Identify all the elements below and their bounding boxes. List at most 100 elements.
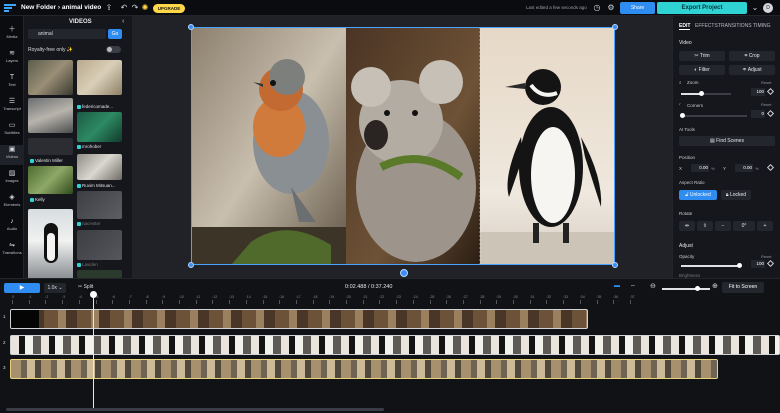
chevron-down-icon[interactable]: ⌄: [750, 3, 760, 13]
video-tile[interactable]: [77, 60, 122, 95]
zoom-value[interactable]: 100: [751, 88, 765, 96]
timeline-clip-robin[interactable]: [10, 359, 718, 379]
resize-handle-top-right[interactable]: [612, 24, 618, 30]
opacity-reset[interactable]: Reset: [761, 254, 771, 259]
tab-effects[interactable]: EFFECTS: [695, 23, 718, 29]
ruler-tick: :30: [513, 295, 518, 304]
rotate-plus-button[interactable]: +: [757, 221, 773, 231]
share-button[interactable]: Share: [620, 2, 655, 14]
resize-handle-bottom-left[interactable]: [188, 262, 194, 268]
video-tile[interactable]: [28, 98, 73, 133]
video-tile[interactable]: [77, 112, 122, 142]
flip-horizontal-button[interactable]: ⇹: [679, 221, 695, 231]
video-tile[interactable]: [28, 166, 73, 194]
tab-transitions[interactable]: TRANSITIONS: [718, 23, 752, 29]
rotate-minus-button[interactable]: −: [715, 221, 731, 231]
rail-item-subtitles[interactable]: ▭ Subtitles: [0, 122, 24, 135]
collapse-panel-icon[interactable]: ‹: [122, 18, 124, 25]
opacity-slider[interactable]: [681, 263, 742, 268]
redo-icon[interactable]: ↷: [130, 3, 140, 13]
rail-item-transcript[interactable]: ☰ Transcript: [0, 98, 24, 111]
filter-button[interactable]: ◐ Filter: [679, 65, 725, 75]
adjust-button[interactable]: ≑ Adjust: [729, 65, 775, 75]
timeline-zoom-slider[interactable]: [662, 286, 710, 291]
timeline-clip-koala[interactable]: [10, 309, 588, 329]
rail-item-transitions[interactable]: ⇋ Transitions: [0, 242, 24, 255]
elements-icon: ◈: [9, 194, 15, 201]
history-icon[interactable]: ◷: [592, 3, 602, 13]
adjust-label: Adjust: [747, 67, 762, 73]
settings-icon[interactable]: ⚙: [606, 3, 616, 13]
zoom-reset[interactable]: Reset: [761, 80, 771, 85]
opacity-value[interactable]: 100: [751, 260, 765, 268]
resize-handle-bottom-right[interactable]: [612, 262, 618, 268]
trim-button[interactable]: ✂ Trim: [679, 51, 725, 61]
flip-vertical-button[interactable]: ⇳: [697, 221, 713, 231]
video-tile[interactable]: [28, 138, 73, 155]
timeline-clip-penguin[interactable]: [10, 335, 780, 355]
rail-item-images[interactable]: ▨ Images: [0, 170, 24, 183]
video-tile[interactable]: [77, 270, 122, 278]
video-tile[interactable]: [28, 209, 73, 289]
go-button[interactable]: Go: [108, 29, 122, 39]
subtitles-icon: ▭: [8, 122, 16, 129]
video-tile[interactable]: [77, 230, 122, 260]
upload-icon[interactable]: ⇪: [104, 3, 114, 13]
tab-timing[interactable]: TIMING: [753, 23, 771, 29]
music-note-icon: ♪: [10, 218, 14, 225]
rail-item-audio[interactable]: ♪ Audio: [0, 218, 24, 231]
ruler-tick: :2: [45, 295, 49, 304]
playhead-handle[interactable]: [90, 291, 97, 298]
tab-edit[interactable]: EDIT: [679, 23, 691, 30]
play-button[interactable]: ▶: [4, 283, 40, 293]
keyframe-icon[interactable]: [766, 109, 775, 118]
fit-to-screen-button[interactable]: Fit to Screen: [722, 282, 764, 293]
playhead[interactable]: [93, 293, 94, 411]
rail-item-elements[interactable]: ◈ Elements: [0, 194, 24, 207]
rail-item-layers[interactable]: ≋ Layers: [0, 50, 24, 63]
timeline-scrollbar[interactable]: [6, 408, 384, 411]
x-value[interactable]: 0.00: [691, 164, 709, 172]
corners-reset[interactable]: Reset: [761, 102, 771, 107]
speed-select[interactable]: 1.0x ⌄: [44, 283, 66, 293]
rail-item-text[interactable]: T Text: [0, 74, 24, 87]
royalty-free-toggle[interactable]: [106, 46, 121, 53]
y-value[interactable]: 0.00: [735, 164, 753, 172]
undo-icon[interactable]: ↶: [119, 3, 129, 13]
keyframe-icon[interactable]: [766, 259, 775, 268]
keyframe-icon[interactable]: [766, 87, 775, 96]
folder-link[interactable]: New Folder: [21, 4, 56, 11]
export-button[interactable]: Export Project: [657, 2, 747, 14]
sparkle-icon[interactable]: ✺: [140, 3, 150, 13]
crop-button[interactable]: ⌗ Crop: [729, 51, 775, 61]
split-button[interactable]: ✂ Split: [78, 284, 93, 290]
upgrade-button[interactable]: UPGRADE: [153, 4, 185, 13]
ruler-tick: :36: [613, 295, 619, 304]
video-tile[interactable]: [77, 154, 122, 180]
corners-slider[interactable]: [680, 113, 747, 118]
zoom-in-icon[interactable]: ⊕: [712, 282, 718, 290]
rail-item-media[interactable]: ＋ Media: [0, 26, 24, 39]
find-scenes-button[interactable]: ▤ Find Scenes: [679, 136, 775, 146]
resize-handle-top-left[interactable]: [188, 24, 194, 30]
project-name[interactable]: animal video: [62, 4, 101, 11]
time-ruler[interactable]: 0:1:2:3:4:5:6:7:8:9:10:11:12:13:14:15:16…: [0, 295, 780, 305]
unlocked-button[interactable]: 🔓︎ Unlocked: [679, 190, 717, 200]
fit-width-icon[interactable]: ⇔: [630, 283, 636, 289]
rotate-handle[interactable]: [400, 269, 408, 277]
zoom-out-icon[interactable]: ⊖: [650, 282, 656, 290]
search-input[interactable]: [28, 29, 106, 39]
rotate-value[interactable]: 0°: [733, 221, 755, 231]
zoom-slider[interactable]: [681, 91, 731, 96]
video-tile[interactable]: [28, 60, 73, 95]
ruler-tick: :7: [128, 295, 132, 304]
app-logo[interactable]: [4, 4, 16, 12]
rail-item-videos[interactable]: ▣ Videos: [0, 145, 24, 165]
avatar[interactable]: D: [763, 3, 773, 13]
ruler-tick: :9: [162, 295, 166, 304]
locked-button[interactable]: 🔒︎ Locked: [721, 190, 751, 200]
keyframe-icon[interactable]: [766, 163, 775, 172]
snap-icon[interactable]: ▬: [614, 283, 620, 289]
video-tile[interactable]: [77, 191, 122, 219]
corners-value[interactable]: 0: [751, 110, 765, 118]
